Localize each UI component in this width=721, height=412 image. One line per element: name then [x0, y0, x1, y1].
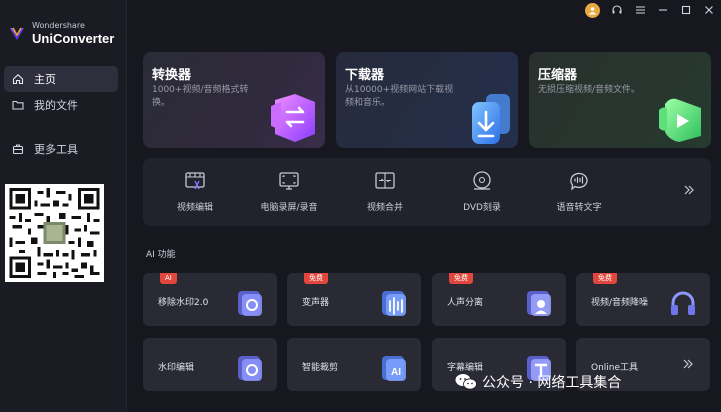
title-bar-controls — [585, 2, 715, 18]
tool-label: DVD刻录 — [463, 203, 501, 213]
badge: 免费 — [449, 273, 473, 284]
converter-illustration-icon — [271, 94, 315, 142]
compressor-card-title: 压缩器 — [538, 68, 578, 83]
tool-dvd-burn[interactable]: DVD刻录 — [442, 170, 522, 213]
converter-card[interactable]: 转换器 1000+视频/音频格式转换。 — [143, 52, 325, 148]
badge: AI — [160, 273, 177, 284]
ai-card-label: 移除水印2.0 — [158, 298, 209, 308]
tool-screen-record[interactable]: 电脑录屏/录音 — [249, 170, 329, 213]
video-merge-icon — [375, 172, 395, 189]
converter-card-title: 转换器 — [152, 68, 192, 83]
svg-text:AI: AI — [391, 367, 401, 378]
screen-record-icon — [279, 172, 299, 190]
vocal-separation-icon — [527, 291, 551, 316]
sidebar-item-label: 主页 — [34, 73, 56, 86]
sidebar-item-label: 我的文件 — [34, 99, 78, 112]
downloader-card-title: 下载器 — [345, 68, 385, 83]
close-icon[interactable] — [703, 4, 715, 16]
tool-video-merge[interactable]: 视频合并 — [345, 170, 425, 213]
ai-card-vocal-separation[interactable]: 免费 人声分离 — [432, 273, 566, 326]
wechat-icon — [455, 374, 477, 390]
maximize-icon[interactable] — [680, 4, 692, 16]
ai-card-noise-reduction[interactable]: 免费 视频/音频降噪 — [576, 273, 710, 326]
menu-icon[interactable] — [634, 4, 646, 16]
headphones-icon — [671, 291, 695, 315]
headset-icon[interactable] — [611, 4, 623, 16]
ai-section-title: AI 功能 — [146, 250, 176, 260]
speech-to-text-icon — [570, 172, 588, 191]
watermark-edit-icon — [238, 356, 262, 381]
compressor-card-desc: 无损压缩视频/音频文件。 — [538, 85, 641, 95]
ai-card-label: 人声分离 — [447, 298, 484, 308]
tool-label: 电脑录屏/录音 — [260, 203, 318, 213]
ai-card-label: 智能裁剪 — [302, 363, 339, 373]
brand-main: UniConverter — [32, 31, 115, 46]
ai-card-label: 变声器 — [302, 298, 330, 308]
downloader-card[interactable]: 下载器 从10000+视频网站下载视频和音乐。 — [336, 52, 518, 148]
uniconverter-logo-icon — [8, 25, 26, 43]
voice-changer-icon — [382, 291, 406, 316]
converter-card-desc: 1000+视频/音频格式转换。 — [152, 85, 249, 108]
toolbox-icon — [12, 144, 24, 155]
brand-sub: Wondershare — [32, 21, 85, 30]
app-logo: Wondershare UniConverter — [8, 22, 114, 45]
tool-label: 视频编辑 — [176, 203, 213, 213]
sidebar-item-home[interactable]: 主页 — [4, 66, 118, 92]
watermark-remove-icon — [238, 291, 262, 316]
tool-video-edit[interactable]: 视频编辑 — [155, 170, 235, 213]
compressor-illustration-icon — [659, 98, 701, 142]
wechat-watermark: 公众号 · 网络工具集合 — [455, 370, 621, 394]
tools-strip: 视频编辑 电脑录屏/录音 视频合并 DVD刻录 语音转文字 — [143, 158, 711, 226]
badge: 免费 — [593, 273, 617, 284]
video-edit-icon — [185, 172, 205, 190]
downloader-illustration-icon — [472, 94, 510, 144]
ai-card-label: 视频/音频降噪 — [591, 298, 649, 308]
watermark-text: 公众号 · 网络工具集合 — [482, 375, 622, 391]
folder-icon — [12, 100, 24, 110]
badge: 免费 — [304, 273, 328, 284]
tool-label: 语音转文字 — [556, 203, 602, 213]
downloader-card-desc: 从10000+视频网站下载视频和音乐。 — [345, 85, 454, 108]
home-icon — [12, 74, 24, 85]
ai-card-watermark-remove[interactable]: AI 移除水印2.0 — [143, 273, 277, 326]
dvd-icon — [473, 171, 491, 190]
ai-card-watermark-edit[interactable]: 水印编辑 — [143, 338, 277, 391]
qr-code-image — [5, 184, 104, 282]
sidebar-item-my-files[interactable]: 我的文件 — [4, 92, 118, 118]
sidebar-item-label: 更多工具 — [34, 143, 78, 156]
ai-card-label: 水印编辑 — [158, 363, 195, 373]
compressor-card[interactable]: 压缩器 无损压缩视频/音频文件。 — [529, 52, 711, 148]
avatar-icon[interactable] — [585, 2, 600, 18]
chevron-double-right-icon — [683, 359, 693, 369]
sidebar: Wondershare UniConverter 主页 我的文件 更多工具 — [0, 0, 127, 412]
tool-speech-to-text[interactable]: 语音转文字 — [539, 170, 619, 213]
ai-card-voice-changer[interactable]: 免费 变声器 — [287, 273, 421, 326]
ai-card-smart-crop[interactable]: 智能裁剪 AI — [287, 338, 421, 391]
tool-label: 视频合并 — [366, 203, 403, 213]
ai-crop-icon: AI — [382, 356, 406, 381]
sidebar-item-more-tools[interactable]: 更多工具 — [4, 136, 118, 162]
chevron-double-right-icon[interactable] — [683, 184, 695, 196]
minimize-icon[interactable] — [657, 4, 669, 16]
